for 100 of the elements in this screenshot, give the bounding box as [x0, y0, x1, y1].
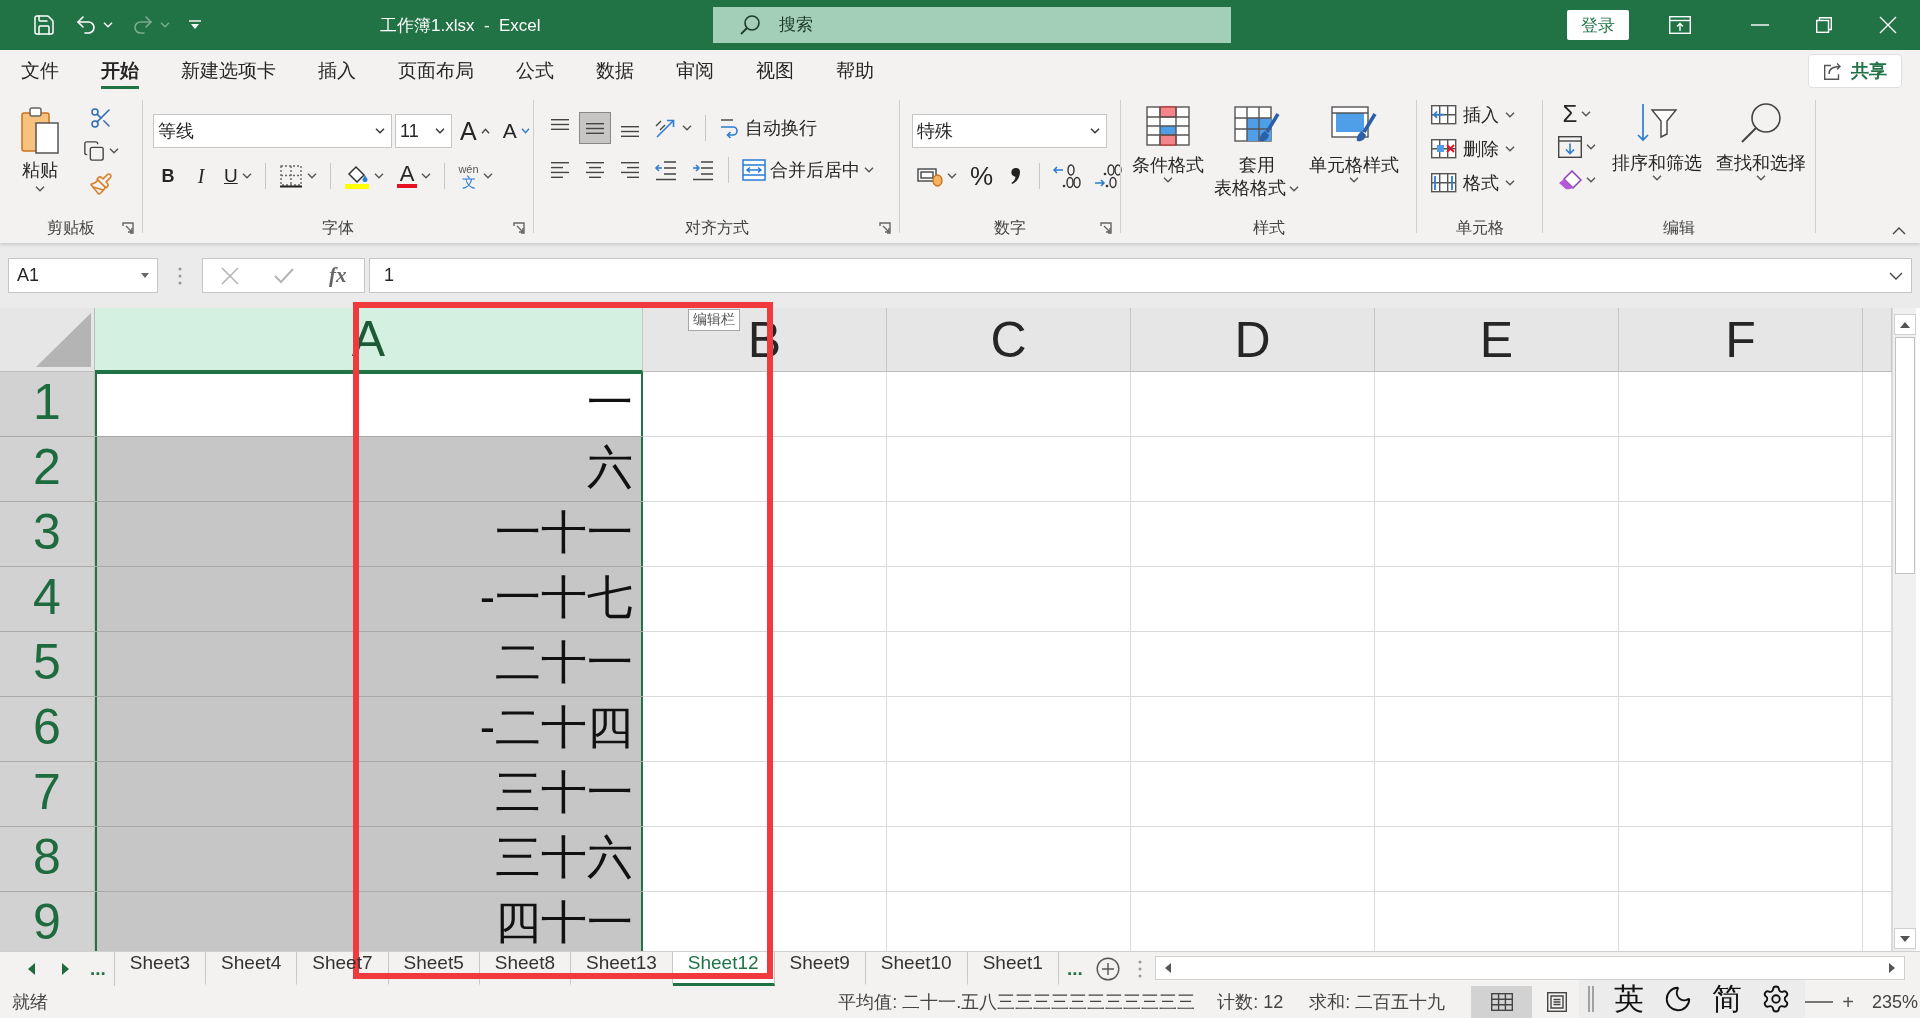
font-name-field[interactable]: 等线	[153, 114, 392, 148]
vertical-scrollbar[interactable]	[1892, 308, 1916, 951]
bold-button[interactable]: B	[153, 160, 183, 192]
table-cell[interactable]: 一十一	[95, 502, 643, 567]
row-header[interactable]: 6	[0, 697, 95, 762]
table-cell[interactable]: 四十一	[95, 892, 643, 951]
table-cell[interactable]	[1375, 827, 1619, 892]
table-cell[interactable]	[643, 437, 887, 502]
column-header[interactable]: F	[1619, 308, 1863, 372]
table-cell[interactable]	[1131, 372, 1375, 437]
table-cell[interactable]: 二十一	[95, 632, 643, 697]
ribbon-tab[interactable]: 审阅	[655, 50, 735, 92]
insert-cells-button[interactable]: 插入	[1429, 98, 1542, 131]
table-cell[interactable]	[887, 762, 1131, 827]
table-cell[interactable]	[1375, 372, 1619, 437]
table-cell[interactable]	[887, 697, 1131, 762]
table-cell[interactable]: 三十一	[95, 762, 643, 827]
ribbon-tab[interactable]: 页面布局	[377, 50, 495, 92]
zoom-in-button[interactable]: +	[1838, 990, 1858, 1014]
collapse-ribbon-button[interactable]	[1890, 225, 1908, 237]
table-cell[interactable]	[1863, 762, 1892, 827]
table-cell[interactable]	[1619, 697, 1863, 762]
table-cell[interactable]	[887, 567, 1131, 632]
merge-center-button[interactable]: 合并后居中	[737, 154, 879, 186]
row-header[interactable]: 5	[0, 632, 95, 697]
find-select-button[interactable]: 查找和选择	[1713, 98, 1809, 213]
dialog-launcher-button[interactable]	[1098, 220, 1114, 236]
row-header[interactable]: 4	[0, 567, 95, 632]
dialog-launcher-button[interactable]	[511, 220, 527, 236]
row-header[interactable]: 9	[0, 892, 95, 951]
table-cell[interactable]: 六	[95, 437, 643, 502]
table-cell[interactable]	[1619, 632, 1863, 697]
table-cell[interactable]	[1131, 437, 1375, 502]
table-cell[interactable]	[1863, 372, 1892, 437]
table-cell[interactable]	[1131, 567, 1375, 632]
table-cell[interactable]	[1619, 567, 1863, 632]
table-cell[interactable]	[1131, 827, 1375, 892]
table-cell[interactable]	[1863, 827, 1892, 892]
ribbon-tab[interactable]: 开始	[80, 50, 160, 92]
conditional-formatting-button[interactable]: 条件格式	[1129, 102, 1207, 213]
formula-field[interactable]: 1	[369, 258, 1912, 293]
row-header[interactable]: 3	[0, 502, 95, 567]
scroll-down-button[interactable]	[1893, 928, 1916, 949]
autosum-button[interactable]: Σ	[1553, 98, 1601, 130]
share-button[interactable]: 共享	[1808, 54, 1902, 88]
ribbon-tab[interactable]: 文件	[0, 50, 80, 92]
table-cell[interactable]	[643, 567, 887, 632]
row-header[interactable]: 1	[0, 372, 95, 437]
paste-button[interactable]: 粘贴	[8, 102, 72, 213]
cell-styles-button[interactable]: 单元格样式	[1306, 102, 1402, 213]
ribbon-tab[interactable]: 数据	[575, 50, 655, 92]
table-cell[interactable]	[1619, 372, 1863, 437]
table-cell[interactable]	[643, 372, 887, 437]
row-header[interactable]: 8	[0, 827, 95, 892]
table-cell[interactable]	[1375, 437, 1619, 502]
table-cell[interactable]	[1863, 502, 1892, 567]
ribbon-tab[interactable]: 公式	[495, 50, 575, 92]
row-header[interactable]: 7	[0, 762, 95, 827]
table-cell[interactable]	[1863, 697, 1892, 762]
table-cell[interactable]	[643, 827, 887, 892]
number-format-field[interactable]: 特殊	[912, 114, 1107, 148]
table-cell[interactable]	[1619, 502, 1863, 567]
table-cell[interactable]	[1375, 632, 1619, 697]
ribbon-tab[interactable]: 视图	[735, 50, 815, 92]
table-cell[interactable]	[1863, 567, 1892, 632]
table-cell[interactable]	[643, 697, 887, 762]
night-mode-button[interactable]	[1663, 984, 1693, 1014]
settings-button[interactable]	[1761, 984, 1791, 1014]
phonetic-button[interactable]: wén 文	[453, 160, 498, 192]
column-header[interactable]: D	[1131, 308, 1375, 372]
grow-font-button[interactable]: A	[455, 115, 495, 147]
table-cell[interactable]	[1863, 632, 1892, 697]
table-cell[interactable]	[643, 632, 887, 697]
format-as-table-button[interactable]: 套用 表格格式	[1211, 102, 1302, 213]
ribbon-tab[interactable]: 帮助	[815, 50, 895, 92]
normal-view-button[interactable]	[1471, 986, 1533, 1018]
table-cell[interactable]	[1131, 762, 1375, 827]
table-cell[interactable]	[643, 502, 887, 567]
dialog-launcher-button[interactable]	[877, 220, 893, 236]
table-cell[interactable]	[887, 372, 1131, 437]
table-cell[interactable]	[1619, 827, 1863, 892]
italic-button[interactable]: I	[186, 160, 216, 192]
ribbon-tab[interactable]: 插入	[297, 50, 377, 92]
wrap-text-button[interactable]: 自动换行	[714, 112, 822, 144]
select-all-button[interactable]	[0, 308, 95, 372]
table-cell[interactable]: -二十四	[95, 697, 643, 762]
table-cell[interactable]	[1131, 502, 1375, 567]
table-cell[interactable]	[1375, 762, 1619, 827]
horizontal-scrollbar[interactable]	[1154, 956, 1905, 980]
align-middle-button[interactable]	[579, 112, 611, 144]
column-header[interactable]: C	[887, 308, 1131, 372]
delete-cells-button[interactable]: 删除	[1429, 132, 1542, 165]
scroll-up-button[interactable]	[1893, 314, 1916, 335]
insert-function-button[interactable]: fx	[326, 263, 349, 288]
scrollbar-thumb[interactable]	[1894, 337, 1915, 574]
script-button[interactable]: 简	[1712, 984, 1742, 1014]
table-cell[interactable]: 三十六	[95, 827, 643, 892]
column-header[interactable]: E	[1375, 308, 1619, 372]
table-cell[interactable]	[887, 632, 1131, 697]
table-cell[interactable]	[1375, 567, 1619, 632]
